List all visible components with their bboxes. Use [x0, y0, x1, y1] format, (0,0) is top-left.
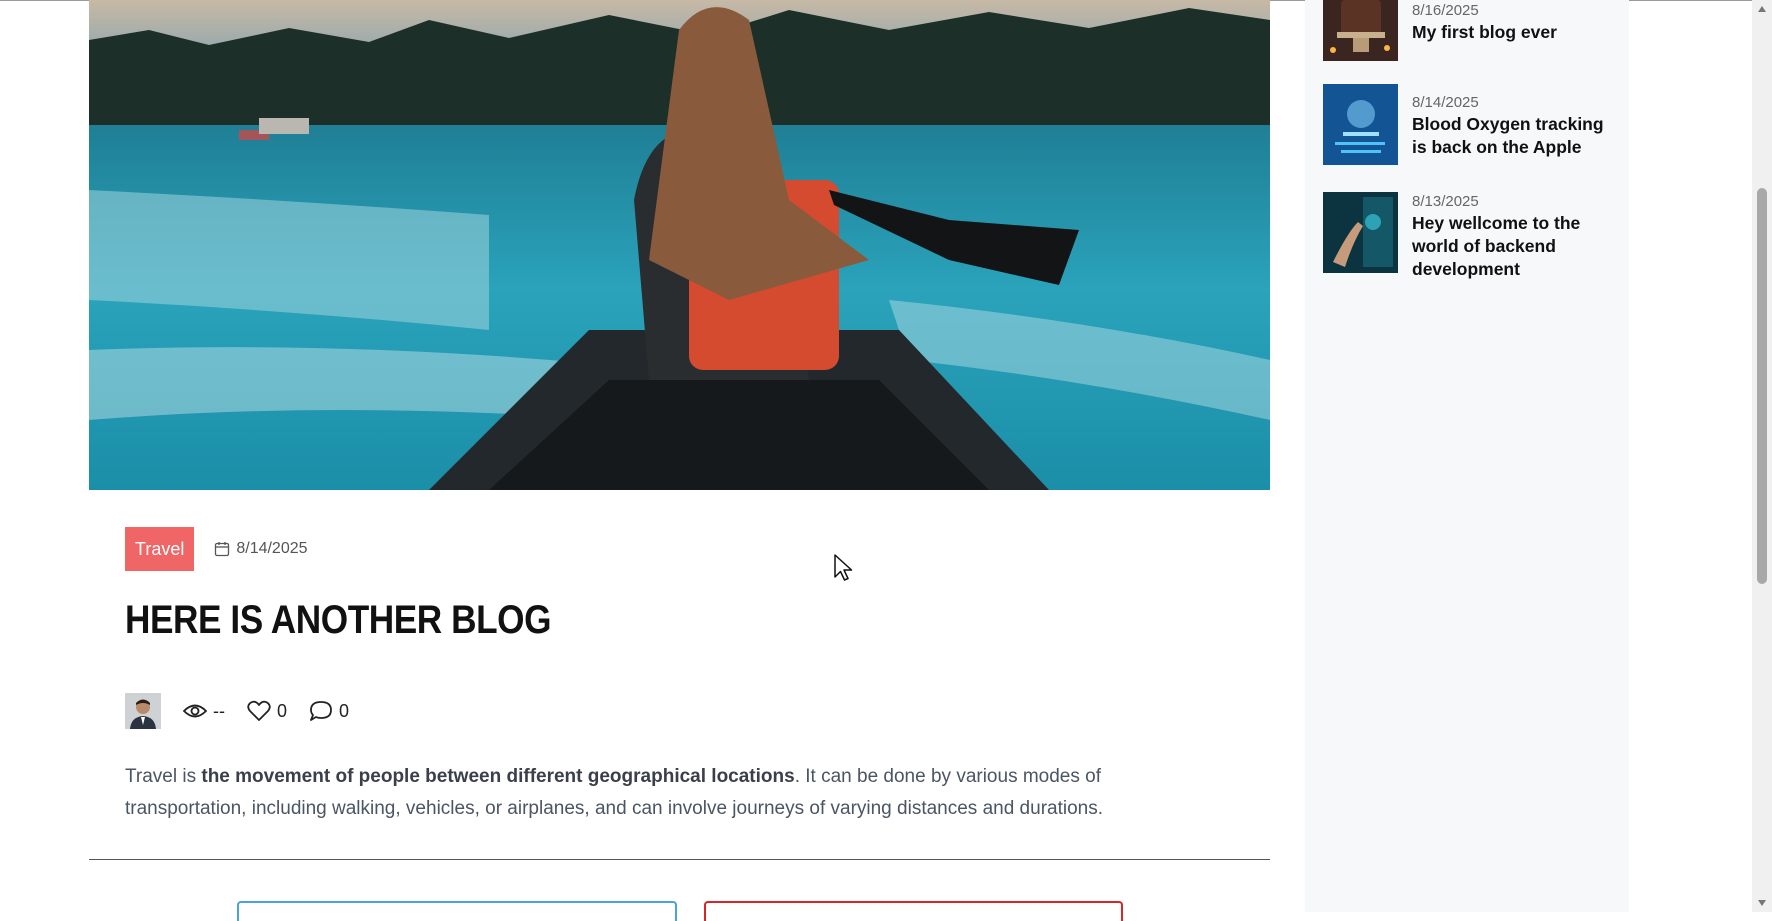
- heart-icon[interactable]: [247, 700, 271, 722]
- sidebar-post-title[interactable]: Hey wellcome to the world of backend dev…: [1412, 212, 1612, 281]
- next-post-button[interactable]: [704, 901, 1123, 921]
- content-divider: [89, 859, 1270, 860]
- comment-icon[interactable]: [309, 700, 333, 722]
- page-scrollbar[interactable]: [1752, 0, 1772, 912]
- scroll-down-arrow-icon[interactable]: [1758, 900, 1766, 906]
- previous-post-button[interactable]: [237, 901, 677, 921]
- post-date-text: 8/14/2025: [236, 540, 308, 557]
- excerpt-lead: Travel is: [125, 766, 202, 787]
- likes-count: 0: [277, 700, 288, 721]
- cake-thumbnail[interactable]: [1323, 0, 1398, 61]
- views-count: --: [213, 700, 225, 721]
- post-meta-row: Travel 8/14/2025: [125, 527, 308, 571]
- sidebar-post-item[interactable]: 8/14/2025 Blood Oxygen tracking is back …: [1323, 84, 1612, 165]
- post-title: HERE IS ANOTHER BLOG: [125, 598, 552, 642]
- views-stat: --: [183, 701, 225, 722]
- sidebar-post-title[interactable]: Blood Oxygen tracking is back on the App…: [1412, 113, 1612, 159]
- author-avatar[interactable]: [125, 693, 161, 729]
- post-stats: -- 0 0: [125, 692, 349, 730]
- mouse-cursor-icon: [834, 554, 853, 581]
- scroll-up-arrow-icon[interactable]: [1758, 6, 1766, 12]
- comments-count: 0: [339, 700, 350, 721]
- eye-icon: [183, 704, 207, 718]
- hero-image: [89, 0, 1270, 490]
- sidebar-post-title[interactable]: My first blog ever: [1412, 21, 1612, 44]
- scrollbar-thumb[interactable]: [1757, 188, 1767, 584]
- excerpt-bold: the movement of people between different…: [201, 766, 795, 787]
- sidebar-post-item[interactable]: 8/13/2025 Hey wellcome to the world of b…: [1323, 192, 1612, 281]
- digital-hand-thumbnail[interactable]: [1323, 192, 1398, 273]
- calendar-icon: [215, 542, 230, 557]
- comments-stat[interactable]: 0: [309, 700, 349, 722]
- post-date: 8/14/2025: [214, 540, 308, 558]
- post-excerpt: Travel is the movement of people between…: [125, 761, 1185, 825]
- likes-stat[interactable]: 0: [247, 700, 287, 722]
- sidebar-post-date: 8/16/2025: [1412, 2, 1479, 19]
- sidebar-post-date: 8/14/2025: [1412, 94, 1479, 111]
- sidebar-post-date: 8/13/2025: [1412, 193, 1479, 210]
- recent-posts-sidebar: 8/16/2025 My first blog ever 8/14/2025 B…: [1305, 0, 1629, 912]
- tech-face-thumbnail[interactable]: [1323, 84, 1398, 165]
- sidebar-post-item[interactable]: 8/16/2025 My first blog ever: [1323, 0, 1612, 61]
- category-badge[interactable]: Travel: [125, 527, 195, 571]
